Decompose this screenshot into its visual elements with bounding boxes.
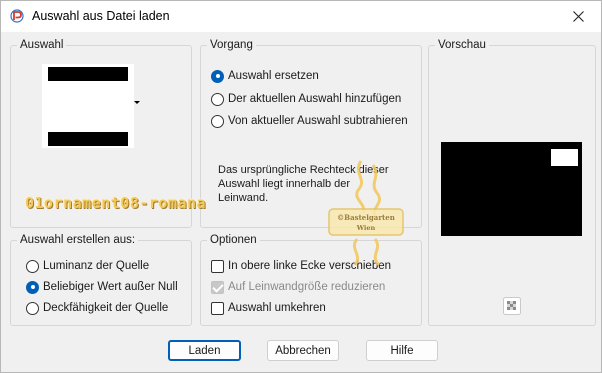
cancel-button[interactable]: Abbrechen [267,340,339,361]
radio-auswahl-subtrahieren[interactable]: Von aktueller Auswahl subtrahieren [211,113,408,129]
radio-label: Deckfähigkeit der Quelle [43,302,169,314]
radio-indicator[interactable] [211,69,224,83]
radio-indicator[interactable] [26,259,39,273]
close-icon [572,11,584,22]
thumb-bar-bottom [48,132,128,146]
window-title: Auswahl aus Datei laden [32,9,170,23]
preview-canvas [441,142,582,236]
vorgang-legend: Vorgang [207,39,256,52]
radio-label: Von aktueller Auswahl subtrahieren [228,115,408,127]
watermark-logo-line2: Wien [356,224,376,232]
radio-deckfaehigkeit[interactable]: Deckfähigkeit der Quelle [26,300,168,316]
checkbox-label: Auf Leinwandgröße reduzieren [228,281,386,293]
watermark-logo-line1: ©Bastelgarten [337,213,395,222]
erstellen-legend: Auswahl erstellen aus: [17,234,139,247]
optionen-legend: Optionen [207,234,260,247]
checkbox-indicator[interactable] [211,259,224,273]
title-bar: Auswahl aus Datei laden [1,1,601,32]
transparency-checker-icon[interactable] [503,297,521,315]
radio-label: Auswahl ersetzen [228,70,319,82]
check-leinwandgroesse: Auf Leinwandgröße reduzieren [211,279,385,295]
vorschau-legend: Vorschau [435,39,489,52]
radio-indicator[interactable] [211,114,224,128]
close-button[interactable] [555,1,601,32]
checkbox-indicator[interactable] [211,301,224,315]
radio-beliebiger-wert[interactable]: Beliebiger Wert außer Null [26,279,178,295]
watermark-name: 01ornament08-romana [25,194,207,212]
watermark-logo: ©Bastelgarten Wien [328,160,404,267]
radio-luminanz[interactable]: Luminanz der Quelle [26,258,149,274]
chevron-down-icon[interactable] [134,101,140,104]
radio-label: Beliebiger Wert außer Null [43,281,178,293]
radio-label: Luminanz der Quelle [43,260,150,272]
dialog-window: Auswahl aus Datei laden Auswahl Vorgang … [0,0,602,373]
radio-auswahl-hinzufuegen[interactable]: Der aktuellen Auswahl hinzufügen [211,91,401,107]
load-button[interactable]: Laden [168,340,241,361]
checkbox-label: Auswahl umkehren [228,302,326,314]
selection-file-picker[interactable] [42,64,134,148]
thumb-bar-top [48,67,128,81]
psp-icon [10,9,24,23]
auswahl-legend: Auswahl [17,39,67,52]
preview-selection [551,149,578,166]
check-auswahl-umkehren[interactable]: Auswahl umkehren [211,300,326,316]
radio-indicator[interactable] [211,92,224,106]
help-button[interactable]: Hilfe [366,340,438,361]
radio-indicator[interactable] [26,301,39,315]
radio-indicator[interactable] [26,280,39,294]
radio-label: Der aktuellen Auswahl hinzufügen [228,93,402,105]
radio-auswahl-ersetzen[interactable]: Auswahl ersetzen [211,68,319,84]
checkbox-indicator [211,280,224,294]
